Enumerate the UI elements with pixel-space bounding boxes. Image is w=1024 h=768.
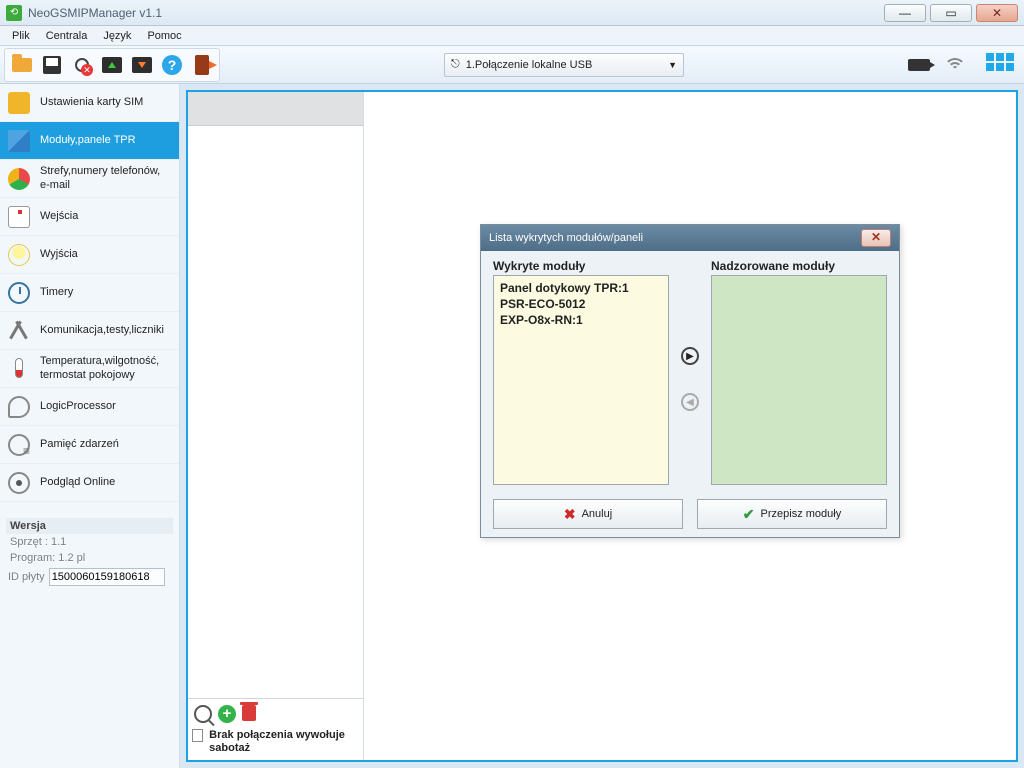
assign-button[interactable]: ✔ Przepisz moduły (697, 499, 887, 529)
list-body[interactable] (188, 126, 363, 698)
sidebar-item-inputs[interactable]: Wejścia (0, 198, 179, 236)
sidebar-item-label: LogicProcessor (40, 400, 116, 413)
app-icon: ⟲ (6, 5, 22, 21)
list-item[interactable]: Panel dotykowy TPR:1 (500, 280, 662, 296)
minimize-button[interactable]: — (884, 4, 926, 22)
window-title: NeoGSMIPManager v1.1 (28, 6, 162, 20)
version-hardware: Sprzęt : 1.1 (6, 534, 173, 550)
dialog-title: Lista wykrytych modułów/paneli (489, 232, 643, 244)
chip-up-icon (102, 57, 122, 73)
plug-icon: ✕ (75, 58, 89, 72)
upload-button[interactable] (98, 51, 126, 79)
sidebar-item-label: Strefy,numery telefonów, e-mail (40, 165, 171, 191)
board-id-label: ID płyty (8, 571, 45, 583)
tools-icon (8, 320, 30, 342)
list-header (188, 92, 363, 126)
sidebar-item-comm[interactable]: Komunikacja,testy,liczniki (0, 312, 179, 350)
sidebar: Ustawienia karty SIM Moduły,panele TPR S… (0, 84, 180, 768)
chip-down-icon (132, 57, 152, 73)
version-header: Wersja (6, 518, 173, 534)
download-button[interactable] (128, 51, 156, 79)
grid-view-button[interactable] (986, 53, 1016, 77)
sidebar-item-eventlog[interactable]: Pamięć zdarzeń (0, 426, 179, 464)
sidebar-item-outputs[interactable]: Wyjścia (0, 236, 179, 274)
list-item[interactable]: EXP-O8x-RN:1 (500, 312, 662, 328)
version-box: Wersja Sprzęt : 1.1 Program: 1.2 pl ID p… (4, 514, 175, 592)
detected-header: Wykryte moduły (493, 259, 669, 273)
sabotage-label: Brak połączenia wywołuje sabotaż (209, 729, 359, 757)
delete-button[interactable] (242, 705, 256, 721)
camera-icon[interactable] (908, 59, 930, 71)
sim-icon (8, 92, 30, 114)
list-item[interactable]: PSR-ECO-5012 (500, 296, 662, 312)
cancel-button[interactable]: ✖ Anuluj (493, 499, 683, 529)
sidebar-item-label: Podgląd Online (40, 476, 115, 489)
search-icon[interactable] (194, 705, 212, 723)
menu-pomoc[interactable]: Pomoc (139, 28, 189, 44)
open-button[interactable] (8, 51, 36, 79)
sidebar-item-online[interactable]: Podgląd Online (0, 464, 179, 502)
save-icon (43, 56, 61, 74)
connection-select[interactable]: ⎋ 1.Połączenie lokalne USB ▼ (444, 53, 684, 77)
pie-icon (8, 168, 30, 190)
sidebar-item-sim[interactable]: Ustawienia karty SIM (0, 84, 179, 122)
thermometer-icon (8, 358, 30, 380)
log-icon (8, 434, 30, 456)
exit-icon (195, 55, 209, 75)
sidebar-item-timers[interactable]: Timery (0, 274, 179, 312)
dialog-close-button[interactable]: ✕ (861, 229, 891, 247)
close-button[interactable]: ✕ (976, 4, 1018, 22)
sidebar-item-label: Komunikacja,testy,liczniki (40, 324, 164, 337)
sidebar-item-modules[interactable]: Moduły,panele TPR (0, 122, 179, 160)
sidebar-item-label: Wejścia (40, 210, 78, 223)
menubar: Plik Centrala Język Pomoc (0, 26, 1024, 46)
sidebar-item-logic[interactable]: LogicProcessor (0, 388, 179, 426)
sidebar-item-label: Ustawienia karty SIM (40, 96, 143, 109)
menu-centrala[interactable]: Centrala (38, 28, 96, 44)
chevron-down-icon: ▼ (668, 60, 677, 70)
dialog-titlebar: Lista wykrytych modułów/paneli ✕ (481, 225, 899, 251)
check-icon: ✔ (743, 506, 755, 523)
eye-icon (8, 472, 30, 494)
help-icon: ? (162, 55, 182, 75)
head-icon (8, 396, 30, 418)
supervised-listbox[interactable] (711, 275, 887, 485)
exit-button[interactable] (188, 51, 216, 79)
folder-icon (12, 58, 32, 72)
sidebar-item-label: Pamięć zdarzeń (40, 438, 119, 451)
cube-icon (8, 130, 30, 152)
x-icon: ✖ (564, 506, 576, 523)
sidebar-item-label: Moduły,panele TPR (40, 134, 136, 147)
wifi-icon[interactable] (944, 56, 966, 74)
modules-dialog: Lista wykrytych modułów/paneli ✕ Wykryte… (480, 224, 900, 538)
disconnect-button[interactable]: ✕ (68, 51, 96, 79)
titlebar: ⟲ NeoGSMIPManager v1.1 — ▭ ✕ (0, 0, 1024, 26)
sidebar-item-label: Wyjścia (40, 248, 78, 261)
sidebar-item-label: Temperatura,wilgotność, termostat pokojo… (40, 355, 171, 381)
move-right-button[interactable]: ▶ (681, 347, 699, 365)
sidebar-item-temperature[interactable]: Temperatura,wilgotność, termostat pokojo… (0, 350, 179, 388)
move-left-button[interactable]: ◀ (681, 393, 699, 411)
supervised-header: Nadzorowane moduły (711, 259, 887, 273)
add-button[interactable]: + (218, 705, 236, 723)
toolbar: ✕ ? ⎋ 1.Połączenie lokalne USB ▼ (0, 46, 1024, 84)
input-icon (8, 206, 30, 228)
help-button[interactable]: ? (158, 51, 186, 79)
maximize-button[interactable]: ▭ (930, 4, 972, 22)
menu-jezyk[interactable]: Język (95, 28, 139, 44)
sabotage-checkbox[interactable] (192, 729, 203, 742)
assign-label: Przepisz moduły (761, 508, 842, 520)
detected-listbox[interactable]: Panel dotykowy TPR:1 PSR-ECO-5012 EXP-O8… (493, 275, 669, 485)
clock-icon (8, 282, 30, 304)
sidebar-item-zones[interactable]: Strefy,numery telefonów, e-mail (0, 160, 179, 198)
sidebar-item-label: Timery (40, 286, 73, 299)
usb-icon: ⎋ (451, 58, 460, 71)
version-software: Program: 1.2 pl (6, 550, 173, 566)
save-button[interactable] (38, 51, 66, 79)
cancel-label: Anuluj (582, 508, 613, 520)
board-id-input[interactable] (49, 568, 165, 586)
bulb-icon (8, 244, 30, 266)
connection-label: 1.Połączenie lokalne USB (466, 59, 593, 71)
menu-plik[interactable]: Plik (4, 28, 38, 44)
